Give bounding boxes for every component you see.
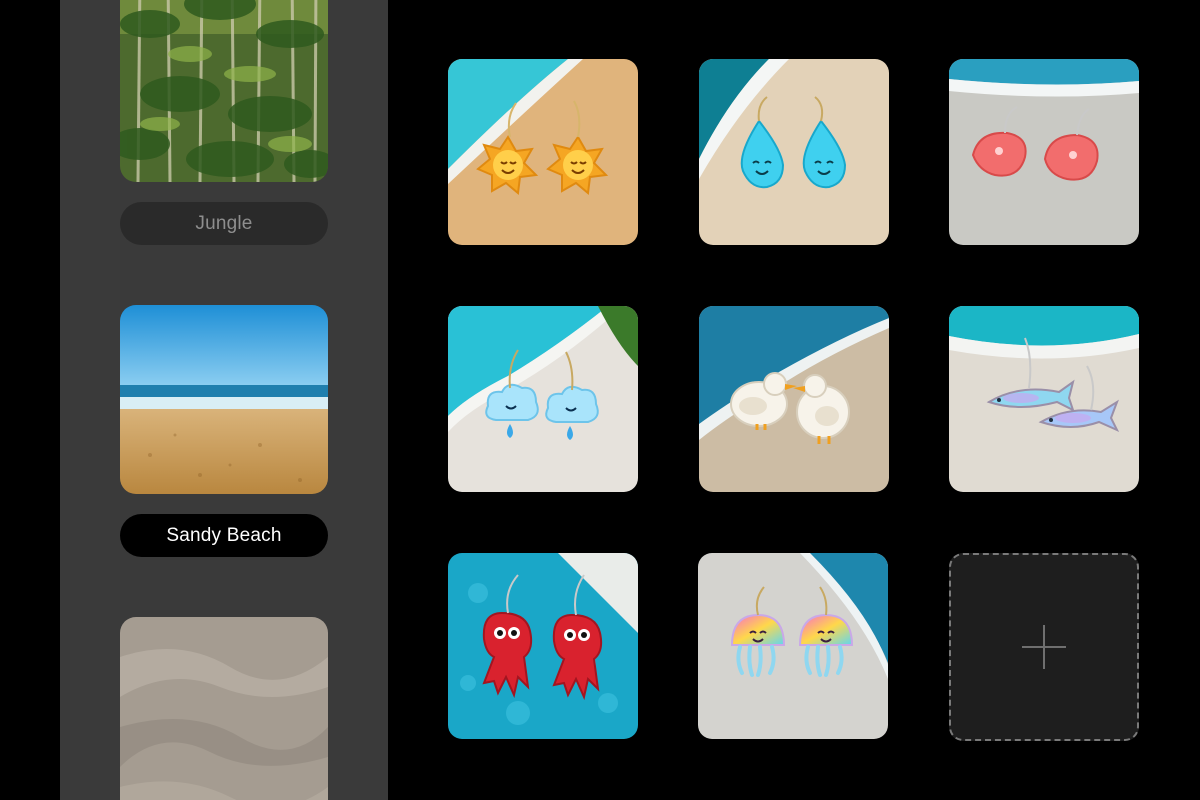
design-tile-octopus-earrings[interactable] [448, 553, 638, 739]
background-thumb-sand[interactable] [120, 617, 328, 800]
background-sidebar: Jungle Sandy Beach [60, 0, 388, 800]
design-tile-cloud-earrings[interactable] [448, 306, 638, 492]
background-label-jungle[interactable]: Jungle [120, 202, 328, 245]
background-thumb-jungle[interactable] [120, 0, 328, 182]
design-tile-fish-earrings[interactable] [949, 306, 1139, 492]
plus-icon [1022, 625, 1066, 669]
background-label-sandy-beach[interactable]: Sandy Beach [120, 514, 328, 557]
design-tile-jellyfish-earrings[interactable] [698, 553, 888, 739]
background-thumb-sandy-beach[interactable] [120, 305, 328, 494]
design-tile-water-drop-earrings[interactable] [699, 59, 889, 245]
design-tile-sun-earrings[interactable] [448, 59, 638, 245]
design-tile-shrimp-earrings[interactable] [949, 59, 1139, 245]
design-tile-seagull-earrings[interactable] [699, 306, 889, 492]
add-design-button[interactable] [949, 553, 1139, 741]
